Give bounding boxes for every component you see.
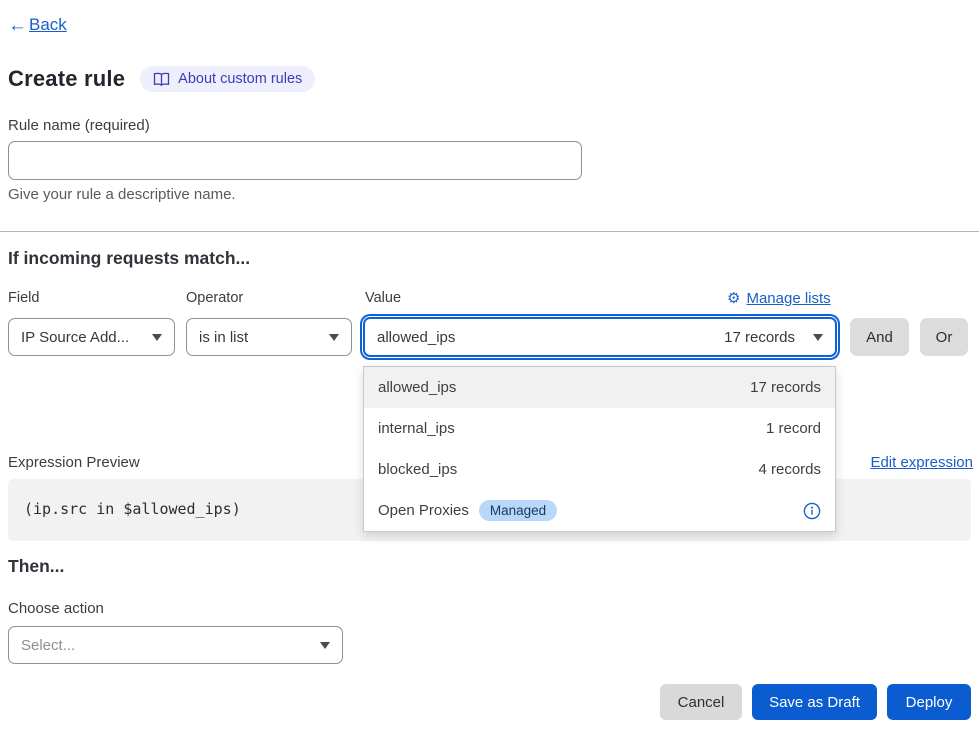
- save-as-draft-button[interactable]: Save as Draft: [752, 684, 877, 720]
- back-link[interactable]: ← Back: [8, 15, 67, 35]
- list-item-name: allowed_ips: [378, 379, 456, 396]
- value-label: Value: [365, 290, 401, 306]
- operator-select-value: is in list: [199, 329, 248, 346]
- list-item-meta: 17 records: [750, 379, 821, 396]
- gear-icon: ⚙: [727, 291, 740, 306]
- chevron-down-icon: [320, 642, 330, 649]
- page-title: Create rule: [8, 66, 125, 92]
- edit-expression-link[interactable]: Edit expression: [870, 454, 973, 471]
- manage-lists-link[interactable]: ⚙ Manage lists: [727, 290, 831, 307]
- back-link-label: Back: [29, 15, 67, 35]
- action-select[interactable]: Select...: [8, 626, 343, 664]
- match-section-heading: If incoming requests match...: [8, 248, 250, 269]
- about-custom-rules-link[interactable]: About custom rules: [140, 66, 315, 92]
- rule-name-helper: Give your rule a descriptive name.: [8, 186, 236, 203]
- expression-preview-label: Expression Preview: [8, 454, 140, 471]
- operator-select[interactable]: is in list: [186, 318, 352, 356]
- list-item-blocked-ips[interactable]: blocked_ips 4 records: [364, 449, 835, 490]
- then-section-heading: Then...: [8, 556, 64, 577]
- operator-label: Operator: [186, 290, 243, 306]
- value-dropdown-menu: allowed_ips 17 records internal_ips 1 re…: [363, 366, 836, 532]
- value-combobox-meta: 17 records: [724, 329, 795, 346]
- chevron-down-icon: [813, 334, 823, 341]
- about-badge-label: About custom rules: [178, 71, 302, 87]
- field-select[interactable]: IP Source Add...: [8, 318, 175, 356]
- list-item-internal-ips[interactable]: internal_ips 1 record: [364, 408, 835, 449]
- info-icon[interactable]: [803, 502, 821, 520]
- list-item-meta: 1 record: [766, 420, 821, 437]
- chevron-down-icon: [329, 334, 339, 341]
- back-arrow-icon: ←: [8, 16, 27, 35]
- manage-lists-label: Manage lists: [746, 290, 830, 307]
- create-rule-page: ← Back Create rule About custom rules Ru…: [0, 0, 979, 739]
- list-item-allowed-ips[interactable]: allowed_ips 17 records: [364, 367, 835, 408]
- value-combobox-text: allowed_ips: [377, 329, 455, 346]
- title-row: Create rule About custom rules: [8, 66, 315, 92]
- field-label: Field: [8, 290, 39, 306]
- list-item-meta: 4 records: [758, 461, 821, 478]
- book-icon: [153, 72, 170, 87]
- list-item-name: internal_ips: [378, 420, 455, 437]
- field-select-value: IP Source Add...: [21, 329, 129, 346]
- rule-name-label: Rule name (required): [8, 117, 150, 134]
- and-button[interactable]: And: [850, 318, 909, 356]
- cancel-button[interactable]: Cancel: [660, 684, 742, 720]
- or-button[interactable]: Or: [920, 318, 968, 356]
- rule-name-input[interactable]: [8, 141, 582, 180]
- deploy-button[interactable]: Deploy: [887, 684, 971, 720]
- value-combobox[interactable]: allowed_ips 17 records: [363, 317, 837, 357]
- action-select-placeholder: Select...: [21, 637, 75, 654]
- list-item-name: blocked_ips: [378, 461, 457, 478]
- list-item-open-proxies[interactable]: Open Proxies Managed: [364, 490, 835, 531]
- choose-action-label: Choose action: [8, 600, 104, 617]
- chevron-down-icon: [152, 334, 162, 341]
- list-item-name: Open Proxies: [378, 502, 469, 519]
- section-divider: [0, 231, 979, 232]
- managed-badge: Managed: [479, 500, 557, 521]
- expression-code: (ip.src in $allowed_ips): [24, 500, 241, 518]
